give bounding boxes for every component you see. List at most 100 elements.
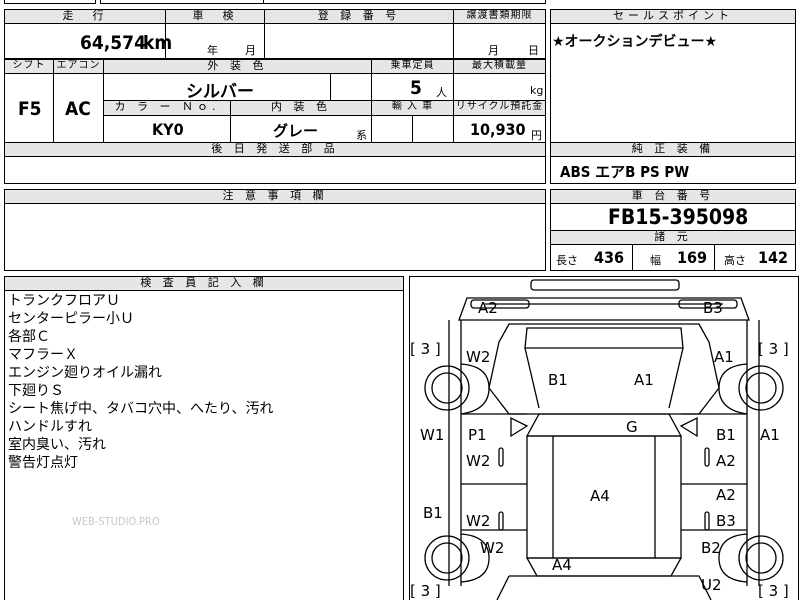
bracket-top-right: [ 3 ] bbox=[758, 340, 789, 358]
chassis-specs-header: 諸 元 bbox=[550, 230, 796, 245]
trunk-outline bbox=[496, 575, 712, 600]
damage-label-p1: P1 bbox=[468, 426, 487, 444]
ac-header: エアコン bbox=[53, 59, 104, 74]
damage-label-a2-top: A2 bbox=[478, 299, 498, 317]
capacity-value: 5 bbox=[410, 77, 422, 99]
inspector-line: センターピラー小Ｕ bbox=[8, 311, 134, 327]
interior-header: 内 装 色 bbox=[230, 100, 372, 116]
front-plate bbox=[530, 279, 680, 291]
height-label: 高さ bbox=[724, 254, 746, 267]
inspector-line: 下廻りＳ bbox=[8, 383, 64, 399]
shift-header: シフト bbox=[4, 59, 54, 74]
import-cell-a bbox=[371, 115, 413, 143]
hood-front bbox=[524, 327, 684, 349]
inspection-year: 年 bbox=[207, 44, 218, 57]
exterior-cell-split bbox=[330, 73, 372, 101]
damage-label-a1-right-front: A1 bbox=[714, 348, 734, 366]
recycle-value: 10,930 bbox=[470, 120, 526, 139]
top-cut-cell-1 bbox=[4, 0, 96, 4]
exterior-value: シルバー bbox=[186, 82, 254, 102]
damage-label-w1-left: W1 bbox=[420, 426, 445, 444]
color-no-header: カ ラ ー Ｎｏ. bbox=[103, 100, 231, 116]
inspection-header: 車 検 bbox=[165, 9, 265, 24]
notes-header: 注 意 事 項 欄 bbox=[4, 189, 546, 204]
damage-label-b1-right: B1 bbox=[716, 426, 736, 444]
mirror-right bbox=[679, 416, 698, 438]
mirror-left bbox=[510, 416, 529, 438]
damage-label-a2-right-door1: A2 bbox=[716, 452, 736, 470]
shift-value: F5 bbox=[18, 98, 42, 120]
body-right-edge bbox=[746, 320, 760, 586]
registration-cell bbox=[264, 23, 454, 59]
hood-outline bbox=[488, 323, 720, 415]
sales-point-text: ★オークションデビュー★ bbox=[552, 34, 718, 50]
inspector-lines: トランクフロアＵ センターピラー小Ｕ 各部Ｃ マフラーＸ エンジン廻りオイル漏れ… bbox=[8, 292, 273, 472]
windshield bbox=[525, 413, 683, 437]
ac-value: AC bbox=[65, 98, 91, 120]
notes-cell bbox=[4, 203, 546, 271]
capacity-header: 乗車定員 bbox=[371, 59, 454, 74]
maxload-unit: kg bbox=[530, 84, 544, 97]
damage-label-b1-left-lower: B1 bbox=[423, 504, 443, 522]
damage-label-a1-far-right: A1 bbox=[760, 426, 780, 444]
bracket-bottom-left: [ 3 ] bbox=[410, 582, 441, 600]
inspector-line: 各部Ｃ bbox=[8, 329, 50, 345]
damage-label-w2-left-front: W2 bbox=[466, 348, 491, 366]
door-handle-lr bbox=[498, 511, 504, 531]
door-handle-lf bbox=[498, 447, 504, 467]
top-cut-cell-3 bbox=[263, 0, 546, 4]
chassis-value: FB15-395098 bbox=[608, 205, 749, 229]
damage-label-a2-right-door2: A2 bbox=[716, 486, 736, 504]
import-header: 輸 入 車 bbox=[371, 100, 454, 116]
inspector-header: 検 査 員 記 入 欄 bbox=[4, 276, 404, 291]
bracket-top-left: [ 3 ] bbox=[410, 340, 441, 358]
interior-suffix: 系 bbox=[356, 129, 367, 142]
damage-label-w2-left-rear: W2 bbox=[480, 539, 505, 557]
damage-label-b3-right-door2: B3 bbox=[716, 512, 736, 530]
door-handle-rf bbox=[704, 447, 710, 467]
width-value: 169 bbox=[677, 248, 708, 267]
damage-label-u2-rear: U2 bbox=[701, 576, 722, 594]
top-cut-cell-2 bbox=[100, 0, 264, 4]
damage-label-w2-left-door1: W2 bbox=[466, 452, 491, 470]
maxload-header: 最大積載量 bbox=[453, 59, 546, 74]
damage-label-b3-top: B3 bbox=[703, 299, 723, 317]
exterior-header: 外 装 色 bbox=[103, 59, 372, 74]
genuine-text: ABS エアB PS PW bbox=[560, 163, 690, 181]
genuine-header: 純 正 装 備 bbox=[550, 142, 796, 157]
inspector-line: ハンドルすれ bbox=[8, 419, 92, 435]
inspector-line: エンジン廻りオイル漏れ bbox=[8, 365, 162, 381]
inspector-line: 室内臭い、汚れ bbox=[8, 437, 106, 453]
damage-label-a4-trunk: A4 bbox=[552, 556, 572, 574]
recycle-unit: 円 bbox=[531, 129, 542, 142]
transfer-header: 譲渡書類期限 bbox=[453, 9, 546, 24]
interior-value: グレー bbox=[273, 122, 319, 140]
damage-label-a1-hood: A1 bbox=[634, 371, 654, 389]
damage-label-b1-hood: B1 bbox=[548, 371, 568, 389]
inspector-line: 警告灯点灯 bbox=[8, 455, 78, 471]
sales-point-header: セールスポイント bbox=[550, 9, 796, 24]
import-cell-b bbox=[412, 115, 454, 143]
height-value: 142 bbox=[758, 248, 789, 267]
rear-window bbox=[525, 557, 683, 577]
mileage-header: 走 行 bbox=[4, 9, 166, 24]
inspector-line: マフラーＸ bbox=[8, 347, 78, 363]
registration-header: 登 録 番 号 bbox=[264, 9, 454, 24]
transfer-month: 月 bbox=[488, 44, 499, 57]
length-value: 436 bbox=[594, 248, 625, 267]
chassis-header: 車 台 番 号 bbox=[550, 189, 796, 204]
length-label: 長さ bbox=[556, 254, 578, 267]
parts-cell bbox=[4, 156, 546, 184]
damage-label-a4-roof: A4 bbox=[590, 487, 610, 505]
recycle-header: リサイクル預託金 bbox=[453, 100, 546, 116]
capacity-unit: 人 bbox=[436, 86, 447, 99]
transfer-day: 日 bbox=[528, 44, 539, 57]
inspector-line: シート焦げ中、タバコ穴中、へたり、汚れ bbox=[8, 401, 274, 417]
color-no-value: KY0 bbox=[152, 120, 184, 139]
mileage-value: 64,574 bbox=[80, 32, 146, 54]
damage-label-w2-left-door2: W2 bbox=[466, 512, 491, 530]
width-label: 幅 bbox=[650, 254, 661, 267]
watermark: WEB-STUDIO.PRO bbox=[72, 515, 160, 528]
inspector-line: トランクフロアＵ bbox=[8, 293, 120, 309]
damage-label-b2-right-rear: B2 bbox=[701, 539, 721, 557]
